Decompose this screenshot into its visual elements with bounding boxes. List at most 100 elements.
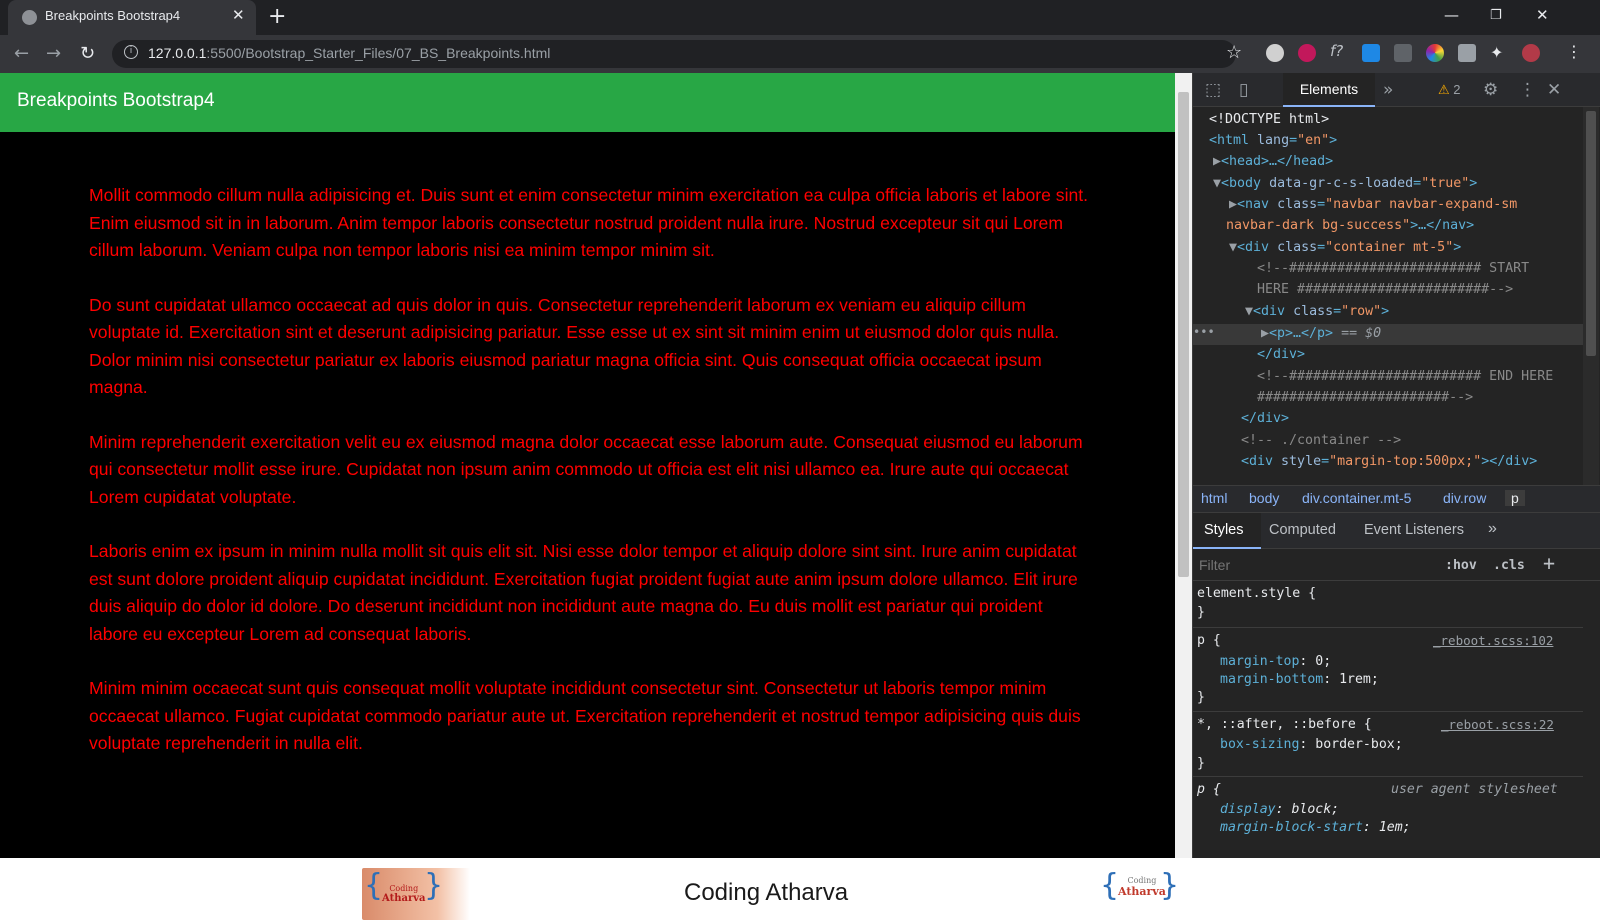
logo-word: Atharva bbox=[382, 893, 426, 904]
dom-node[interactable]: </div> bbox=[1257, 344, 1305, 365]
css-property: box-sizing bbox=[1220, 737, 1300, 752]
more-tabs-icon[interactable]: » bbox=[1488, 520, 1497, 538]
profile-icon[interactable] bbox=[1522, 44, 1540, 62]
css-declaration[interactable]: margin-bottom: 1rem; bbox=[1220, 671, 1379, 689]
doctype-text: <!DOCTYPE html> bbox=[1209, 112, 1330, 127]
breadcrumb-body[interactable]: body bbox=[1249, 490, 1279, 506]
color-picker-icon[interactable] bbox=[1426, 44, 1444, 62]
dom-node[interactable]: <html lang="en"> bbox=[1209, 130, 1337, 151]
dom-node[interactable]: navbar-dark bg-success">…</nav> bbox=[1226, 215, 1474, 236]
navbar-brand[interactable]: Breakpoints Bootstrap4 bbox=[17, 90, 215, 112]
rule-selector[interactable]: *, ::after, ::before { bbox=[1197, 716, 1372, 734]
tab-styles[interactable]: Styles bbox=[1204, 522, 1244, 538]
url-path: :5500/Bootstrap_Starter_Files/07_BS_Brea… bbox=[206, 45, 551, 61]
dom-comment[interactable]: <!--######################## START bbox=[1257, 258, 1529, 279]
tag-text: <html bbox=[1209, 133, 1250, 148]
expand-triangle-icon[interactable]: ▶ bbox=[1261, 326, 1269, 341]
bookmark-star-icon[interactable]: ☆ bbox=[1226, 42, 1242, 63]
reload-icon[interactable]: ↻ bbox=[80, 43, 95, 64]
puzzle-icon[interactable]: ✦ bbox=[1490, 43, 1503, 62]
dom-comment[interactable]: HERE ########################--> bbox=[1257, 279, 1513, 300]
expand-triangle-icon[interactable]: ▶ bbox=[1213, 154, 1221, 169]
logo-word: Coding bbox=[389, 884, 419, 893]
extension-icon[interactable] bbox=[1266, 44, 1284, 62]
element-style-rule[interactable]: element.style { bbox=[1197, 585, 1316, 603]
tag-text: <p>…</p> bbox=[1269, 326, 1334, 341]
info-icon[interactable]: i bbox=[124, 45, 138, 59]
css-value: block; bbox=[1291, 802, 1340, 817]
dom-node[interactable]: ▼<div class="container mt-5"> bbox=[1229, 237, 1461, 258]
rule-source-link[interactable]: _reboot.scss:22 bbox=[1441, 716, 1554, 734]
restore-icon[interactable]: ❐ bbox=[1490, 8, 1502, 23]
camera-icon[interactable] bbox=[1458, 44, 1476, 62]
tag-text: >…</nav> bbox=[1410, 218, 1475, 233]
dom-comment[interactable]: ########################--> bbox=[1257, 387, 1473, 408]
collapse-triangle-icon[interactable]: ▼ bbox=[1213, 176, 1221, 191]
minimize-icon[interactable]: — bbox=[1444, 6, 1459, 24]
logo-text: Coding Atharva bbox=[1118, 876, 1166, 898]
dom-node[interactable]: <div style="margin-top:500px;"></div> bbox=[1241, 451, 1537, 472]
download-icon[interactable] bbox=[1362, 44, 1380, 62]
extension-icon[interactable] bbox=[1394, 44, 1412, 62]
rule-source-link[interactable]: _reboot.scss:102 bbox=[1433, 632, 1553, 650]
back-icon[interactable]: ← bbox=[14, 43, 29, 64]
dom-node[interactable]: ▼<body data-gr-c-s-loaded="true"> bbox=[1213, 173, 1477, 194]
breadcrumb-p[interactable]: p bbox=[1505, 490, 1525, 506]
breadcrumb-container[interactable]: div.container.mt-5 bbox=[1302, 490, 1411, 506]
cls-toggle[interactable]: .cls bbox=[1493, 557, 1525, 575]
rule-selector[interactable]: p { bbox=[1197, 632, 1221, 650]
dom-node[interactable]: </div> bbox=[1241, 408, 1289, 429]
new-tab-icon[interactable]: + bbox=[268, 4, 286, 29]
logo-word: Coding bbox=[1127, 876, 1157, 885]
tab-event-listeners[interactable]: Event Listeners bbox=[1364, 522, 1464, 538]
forward-icon[interactable]: → bbox=[46, 43, 61, 64]
url-text[interactable]: 127.0.0.1:5500/Bootstrap_Starter_Files/0… bbox=[148, 45, 550, 61]
navbar: Breakpoints Bootstrap4 bbox=[0, 73, 1175, 132]
extension-icon[interactable] bbox=[1298, 44, 1316, 62]
dom-node[interactable]: <!DOCTYPE html> bbox=[1209, 109, 1329, 130]
elements-scrollbar-thumb[interactable] bbox=[1586, 111, 1596, 356]
expand-triangle-icon[interactable]: ▶ bbox=[1229, 197, 1237, 212]
tab-computed[interactable]: Computed bbox=[1269, 522, 1336, 538]
window-close-icon[interactable]: ✕ bbox=[1536, 6, 1549, 24]
attr-value: "true" bbox=[1421, 176, 1470, 191]
collapse-triangle-icon[interactable]: ▼ bbox=[1229, 240, 1237, 255]
device-toolbar-icon[interactable]: ▯ bbox=[1239, 80, 1248, 100]
css-declaration[interactable]: margin-top: 0; bbox=[1220, 653, 1331, 671]
warnings-badge[interactable]: ⚠ 2 bbox=[1438, 82, 1461, 98]
rule-selector[interactable]: p { bbox=[1197, 781, 1221, 799]
page-scrollbar-thumb[interactable] bbox=[1178, 92, 1189, 577]
attr-value: "margin-top:500px;" bbox=[1329, 454, 1482, 469]
dom-comment[interactable]: <!-- ./container --> bbox=[1241, 430, 1401, 451]
dom-node[interactable]: ▶<nav class="navbar navbar-expand-sm bbox=[1229, 194, 1517, 215]
close-icon[interactable]: ✕ bbox=[232, 6, 245, 24]
hov-toggle[interactable]: :hov bbox=[1445, 557, 1477, 575]
logo-text: Coding Atharva bbox=[382, 884, 426, 904]
function-icon[interactable]: f? bbox=[1330, 42, 1343, 60]
css-value: border-box; bbox=[1315, 737, 1403, 752]
browser-tab[interactable]: Breakpoints Bootstrap4 ✕ bbox=[8, 0, 256, 35]
add-rule-icon[interactable]: + bbox=[1543, 551, 1555, 575]
filter-input[interactable] bbox=[1199, 554, 1429, 576]
devtools-close-icon[interactable]: ✕ bbox=[1547, 80, 1561, 100]
breadcrumb-row[interactable]: div.row bbox=[1443, 490, 1486, 506]
collapse-triangle-icon[interactable]: ▼ bbox=[1245, 304, 1253, 319]
tag-text: ></div> bbox=[1481, 454, 1538, 469]
dom-node[interactable]: ▼<div class="row"> bbox=[1245, 301, 1389, 322]
dom-node[interactable]: ▶<head>…</head> bbox=[1213, 151, 1333, 172]
css-declaration[interactable]: display: block; bbox=[1220, 801, 1339, 819]
inspect-element-icon[interactable]: ⬚ bbox=[1205, 80, 1221, 100]
more-tabs-icon[interactable]: » bbox=[1383, 80, 1393, 100]
devtools-menu-icon[interactable]: ⋮ bbox=[1519, 80, 1536, 100]
node-actions-icon[interactable]: ••• bbox=[1193, 325, 1215, 339]
css-declaration[interactable]: margin-block-start: 1em; bbox=[1220, 819, 1411, 837]
gear-icon[interactable]: ⚙ bbox=[1483, 80, 1498, 100]
menu-kebab-icon[interactable]: ⋮ bbox=[1566, 42, 1582, 61]
dom-node-selected[interactable]: ▶<p>…</p> == $0 bbox=[1261, 323, 1381, 344]
attr-value: "container mt-5" bbox=[1325, 240, 1454, 255]
devtools-panel: ⬚ ▯ Elements » ⚠ 2 ⚙ ⋮ ✕ ••• <!DOCTYPE h… bbox=[1192, 73, 1600, 858]
tab-elements[interactable]: Elements bbox=[1283, 73, 1375, 107]
dom-comment[interactable]: <!--######################## END HERE bbox=[1257, 366, 1553, 387]
breadcrumb-html[interactable]: html bbox=[1201, 490, 1227, 506]
css-declaration[interactable]: box-sizing: border-box; bbox=[1220, 736, 1403, 754]
